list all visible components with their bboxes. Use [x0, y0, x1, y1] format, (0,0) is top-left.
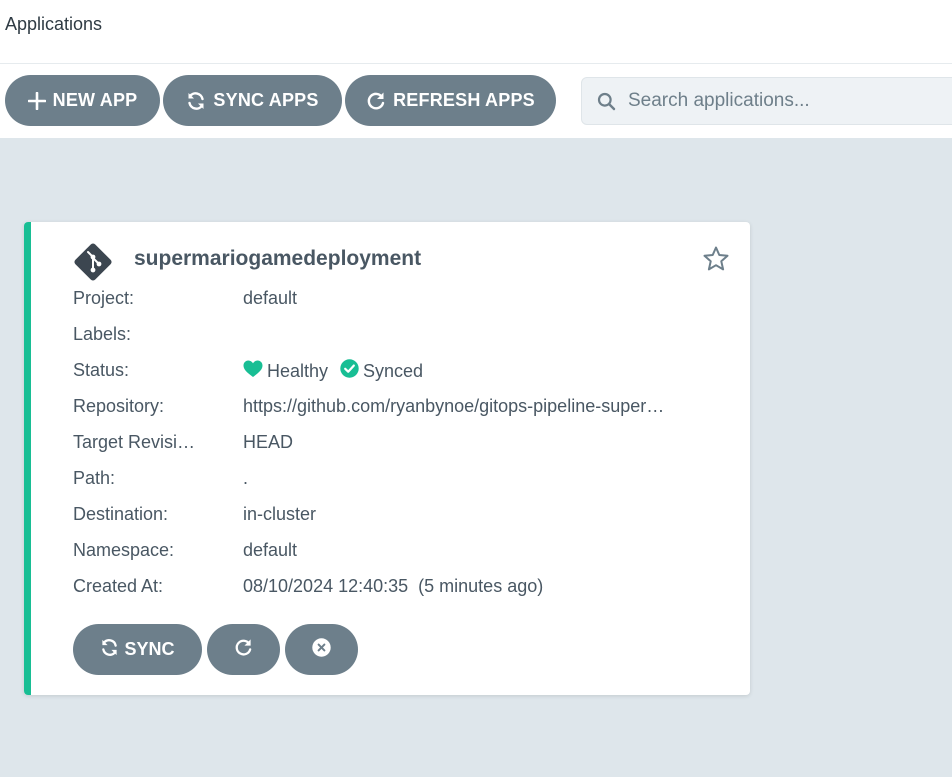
refresh-apps-label: REFRESH APPS: [393, 90, 535, 110]
destination-value: in-cluster: [243, 504, 317, 524]
heart-icon: [243, 360, 263, 383]
new-app-label: NEW APP: [52, 90, 138, 110]
plus-icon: [27, 91, 46, 110]
sync-apps-label: SYNC APPS: [213, 90, 319, 110]
top-bar: Applications: [0, 0, 952, 64]
namespace-value: default: [243, 540, 298, 560]
app-card[interactable]: supermariogamedeployment Project: defaul…: [24, 222, 750, 695]
search-icon: [597, 92, 616, 116]
status-label: Status:: [73, 360, 130, 380]
repository-value: https://github.com/ryanbynoe/gitops-pipe…: [243, 396, 665, 416]
app-name[interactable]: supermariogamedeployment: [134, 247, 421, 271]
search-box[interactable]: [581, 77, 952, 125]
times-circle-icon: [312, 637, 331, 662]
check-circle-icon: [340, 359, 359, 383]
refresh-icon: [234, 638, 253, 662]
sync-apps-button[interactable]: SYNC APPS: [163, 75, 342, 126]
refresh-icon: [366, 91, 386, 111]
repository-label: Repository:: [73, 396, 165, 416]
sync-icon: [186, 91, 206, 111]
status-accent-bar: [24, 222, 31, 695]
sync-icon: [100, 638, 119, 662]
search-input[interactable]: [628, 78, 948, 124]
sync-status-text: Synced: [363, 360, 424, 381]
destination-label: Destination:: [73, 504, 169, 524]
toolbar: NEW APP SYNC APPS REFRESH APPS: [0, 64, 952, 138]
created-at-label: Created At:: [73, 576, 164, 596]
delete-button[interactable]: [285, 624, 358, 675]
refresh-apps-button[interactable]: REFRESH APPS: [345, 75, 556, 126]
git-icon: [72, 241, 114, 288]
target-revision-label: Target Revisi…: [73, 432, 196, 452]
refresh-button[interactable]: [207, 624, 280, 675]
target-revision-value: HEAD: [243, 432, 294, 452]
page-title: Applications: [5, 14, 103, 34]
new-app-button[interactable]: NEW APP: [5, 75, 160, 126]
sync-button[interactable]: SYNC: [73, 624, 202, 675]
namespace-label: Namespace:: [73, 540, 175, 560]
path-label: Path:: [73, 468, 116, 488]
health-status-text: Healthy: [267, 360, 329, 381]
created-at-value: 08/10/2024 12:40:35 (5 minutes ago): [243, 576, 544, 596]
project-value: default: [243, 288, 298, 308]
labels-label: Labels:: [73, 324, 132, 344]
sync-label: SYNC: [124, 639, 175, 659]
star-icon[interactable]: [702, 245, 730, 278]
status-value: Healthy Synced: [243, 359, 423, 383]
path-value: .: [243, 468, 249, 488]
project-label: Project:: [73, 288, 135, 308]
